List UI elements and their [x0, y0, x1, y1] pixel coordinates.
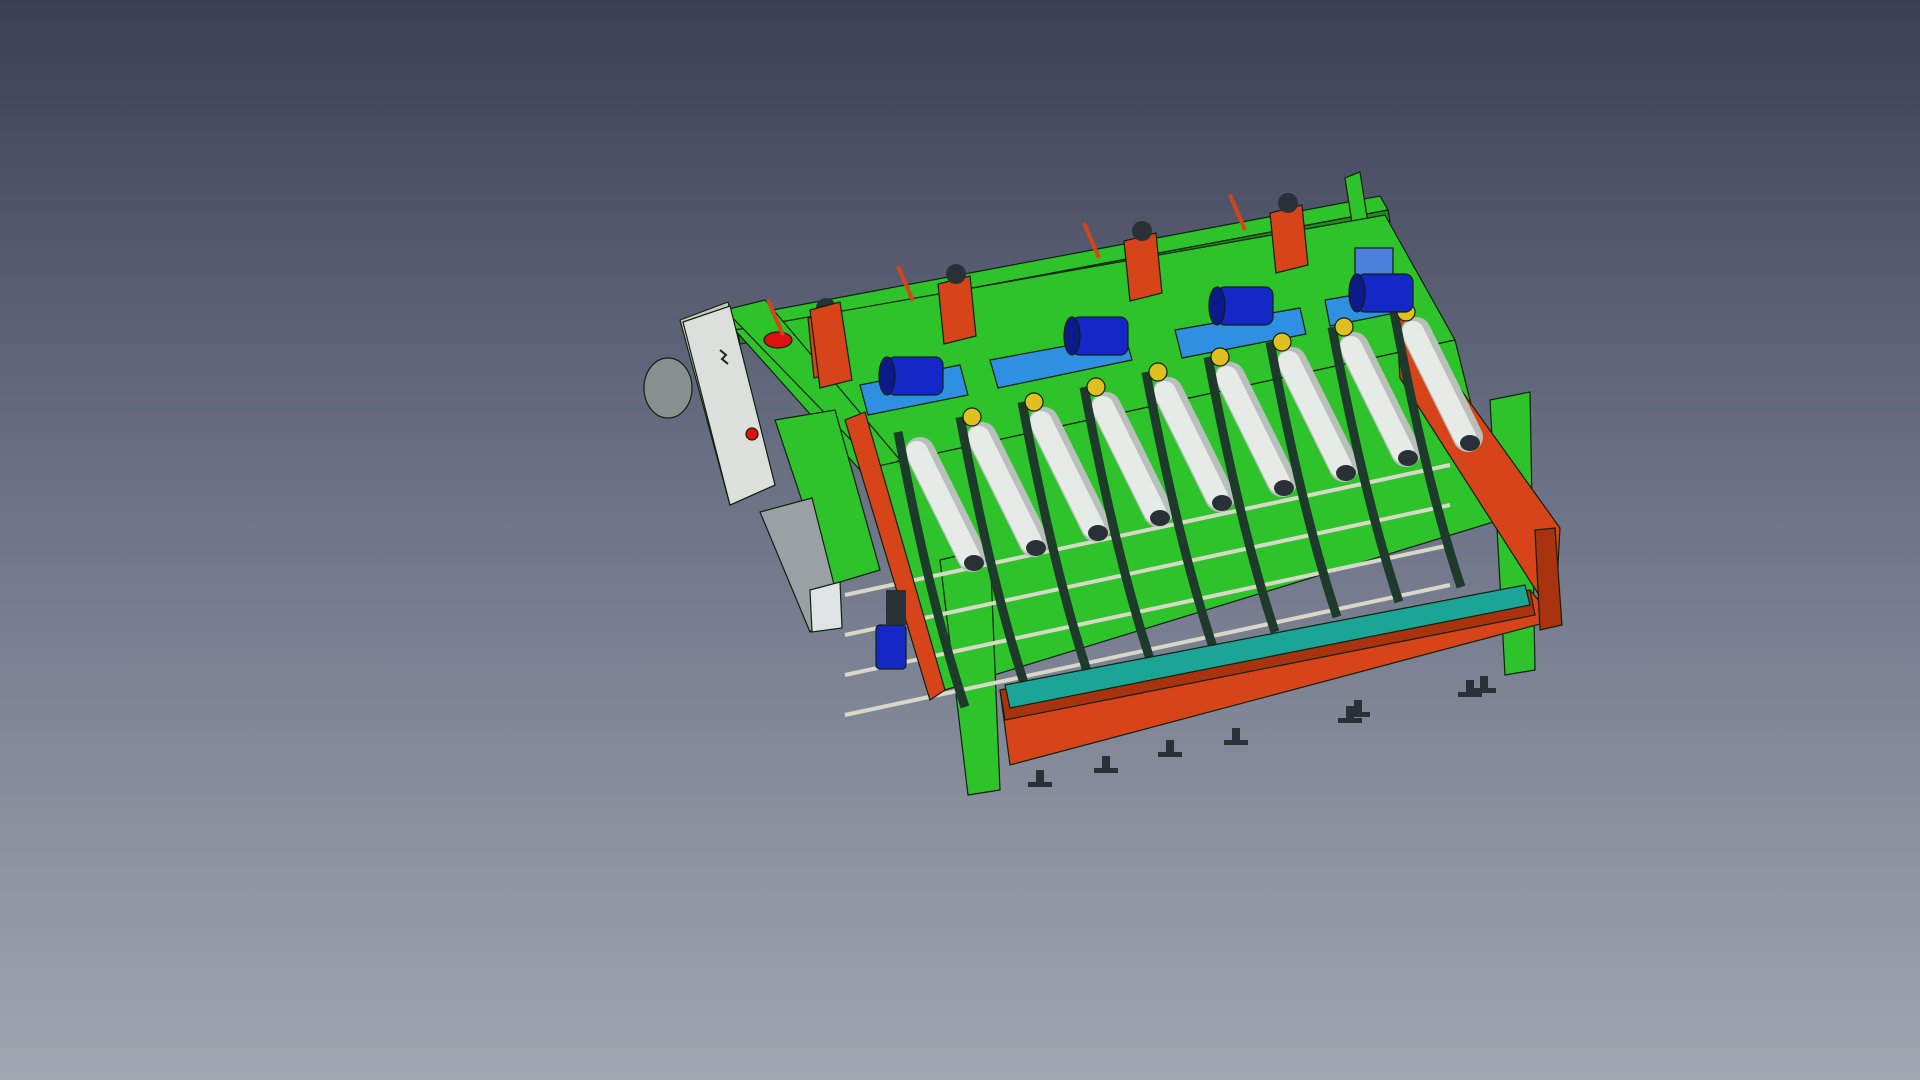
roller-end-cap: [1088, 525, 1108, 541]
roller-end-cap: [964, 555, 984, 571]
cad-viewport[interactable]: [0, 0, 1920, 1080]
leveling-foot: [1028, 770, 1052, 787]
sprocket: [1334, 317, 1354, 337]
foot-stem: [1480, 676, 1488, 690]
stop-button: [745, 427, 759, 441]
foot-stem: [1166, 740, 1174, 754]
roller-end-cap: [1336, 465, 1356, 481]
foot-stem: [1354, 700, 1362, 714]
foot-pad: [1224, 740, 1248, 745]
drive-motor: [1208, 286, 1274, 326]
motor-end: [1348, 273, 1366, 313]
sprocket: [1210, 347, 1230, 367]
handwheel: [1132, 221, 1152, 241]
sprocket: [1272, 332, 1292, 352]
foot-pad: [1346, 712, 1370, 717]
sprocket: [1148, 362, 1168, 382]
leveling-foot: [1472, 676, 1496, 693]
handwheel: [946, 264, 966, 284]
leveling-foot: [1224, 728, 1248, 745]
sprocket: [962, 407, 982, 427]
motor-end: [1208, 286, 1226, 326]
sprocket: [1024, 392, 1044, 412]
foot-pad: [1338, 718, 1362, 723]
motor-end: [1063, 316, 1081, 356]
carriage-body: [937, 275, 977, 345]
roller-end-cap: [1026, 540, 1046, 556]
foot-pad: [1472, 688, 1496, 693]
foot-pad: [1094, 768, 1118, 773]
leveling-foot: [1094, 756, 1118, 773]
carriage-body: [1269, 204, 1309, 274]
sprocket: [1086, 377, 1106, 397]
handwheel: [1278, 193, 1298, 213]
roller-end-cap: [1150, 510, 1170, 526]
machine-3d-model[interactable]: [0, 0, 1920, 1080]
gear-box: [886, 590, 906, 625]
carriage-body: [1123, 232, 1163, 302]
fan-motor: [643, 357, 693, 419]
motor-end: [878, 356, 896, 396]
foot-pad: [1028, 782, 1052, 787]
drive-motor: [1348, 273, 1414, 313]
roller-end-cap: [1274, 480, 1294, 496]
foot-stem: [1102, 756, 1110, 770]
roller-end-cap: [1460, 435, 1480, 451]
foot-pad: [1158, 752, 1182, 757]
leveling-foot: [1158, 740, 1182, 757]
drive-motor: [878, 356, 944, 396]
drive-motor: [1063, 316, 1129, 356]
foot-stem: [1036, 770, 1044, 784]
hopper-front: [809, 581, 843, 633]
roller-end-cap: [1398, 450, 1418, 466]
red-indicator: [763, 331, 793, 349]
gear-motor: [875, 624, 907, 670]
foot-stem: [1232, 728, 1240, 742]
roller-end-cap: [1212, 495, 1232, 511]
